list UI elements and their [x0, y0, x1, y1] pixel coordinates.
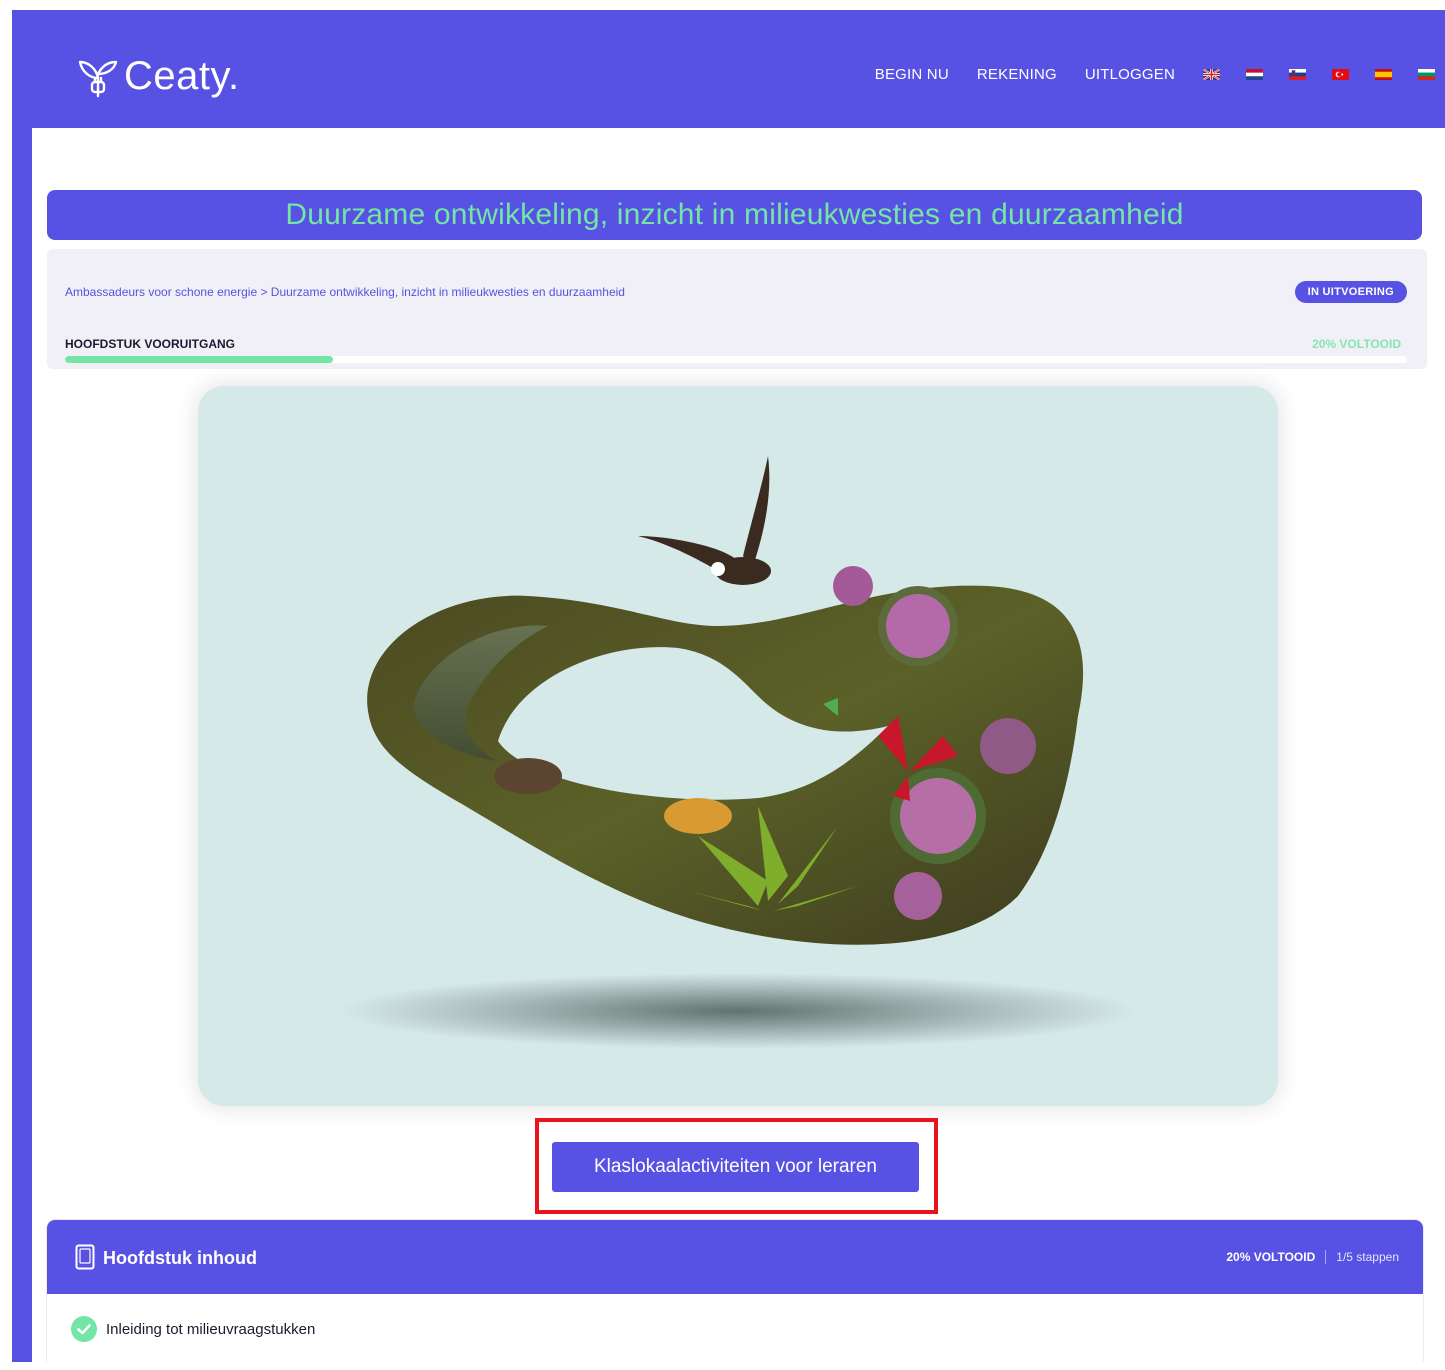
breadcrumb[interactable]: Ambassadeurs voor schone energie > Duurz…: [65, 285, 625, 299]
progress-bar: [65, 356, 1407, 363]
chapter-percent: 20% VOLTOOID: [1226, 1250, 1316, 1264]
nav-uitloggen[interactable]: UITLOGGEN: [1085, 66, 1175, 83]
nav-begin-nu[interactable]: BEGIN NU: [875, 66, 949, 83]
logo[interactable]: Ceaty.: [74, 48, 240, 104]
chapter-steps: 1/5 stappen: [1336, 1250, 1399, 1264]
nl-flag-icon[interactable]: [1246, 69, 1263, 80]
chapter-contents-title: Hoofdstuk inhoud: [103, 1248, 257, 1268]
es-flag-icon[interactable]: [1375, 69, 1392, 80]
language-switcher: [1203, 69, 1435, 80]
classroom-activities-button[interactable]: Klaslokaalactiviteiten voor leraren: [552, 1142, 919, 1192]
chapter-contents-header[interactable]: Hoofdstuk inhoud 20% VOLTOOID 1/5 stappe…: [47, 1220, 1423, 1294]
lesson-label: Inleiding tot milieuvraagstukken: [106, 1320, 316, 1338]
chapter-contents-card: Hoofdstuk inhoud 20% VOLTOOID 1/5 stappe…: [47, 1220, 1423, 1362]
progress-label: HOOFDSTUK VOORUITGANG: [65, 337, 235, 351]
en-flag-icon[interactable]: [1203, 69, 1220, 80]
top-navigation-bar: Ceaty. BEGIN NU REKENING UITLOGGEN: [32, 30, 1445, 128]
progress-percent: 20% VOLTOOID: [1312, 337, 1401, 351]
si-flag-icon[interactable]: [1289, 69, 1306, 80]
browser-frame: Ceaty. BEGIN NU REKENING UITLOGGEN Duurz…: [12, 10, 1445, 1362]
main-nav: BEGIN NU REKENING UITLOGGEN: [875, 66, 1435, 83]
nav-rekening[interactable]: REKENING: [977, 66, 1057, 83]
mobius-strip-nature-illustration: [198, 386, 1278, 1106]
lesson-item[interactable]: Inleiding tot milieuvraagstukken: [71, 1316, 315, 1342]
tr-flag-icon[interactable]: [1332, 69, 1349, 80]
divider: [1325, 1250, 1327, 1264]
book-icon: [75, 1244, 95, 1270]
check-circle-icon: [71, 1316, 97, 1342]
bg-flag-icon[interactable]: [1418, 69, 1435, 80]
chapter-meta: 20% VOLTOOID 1/5 stappen: [1226, 1250, 1399, 1264]
progress-bar-fill: [65, 356, 334, 363]
status-badge: IN UITVOERING: [1294, 281, 1407, 303]
page-title: Duurzame ontwikkeling, inzicht in milieu…: [285, 198, 1184, 231]
chapter-progress-panel: Ambassadeurs voor schone energie > Duurz…: [47, 249, 1427, 369]
plant-plug-icon: [78, 60, 118, 98]
page-title-bar: Duurzame ontwikkeling, inzicht in milieu…: [47, 190, 1422, 240]
logo-text: Ceaty.: [124, 53, 240, 98]
page: Ceaty. BEGIN NU REKENING UITLOGGEN Duurz…: [32, 30, 1445, 1362]
hero-image: [198, 386, 1278, 1106]
